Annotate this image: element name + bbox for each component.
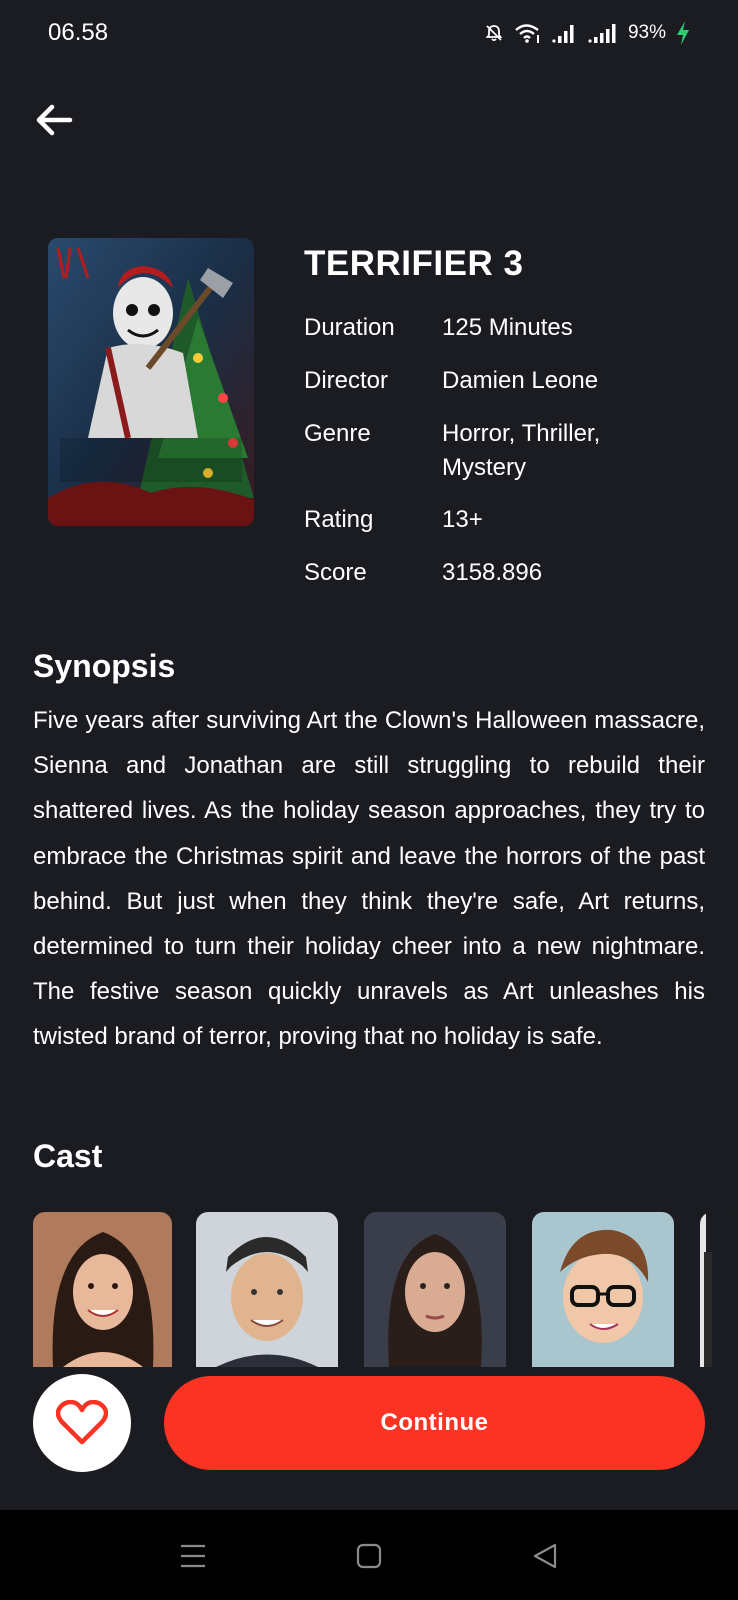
detail-label: Genre bbox=[304, 420, 371, 447]
detail-label: Director bbox=[304, 367, 389, 394]
system-nav-bar bbox=[0, 1510, 738, 1600]
cast-member-photo[interactable] bbox=[196, 1212, 338, 1367]
arrow-left-icon bbox=[36, 104, 73, 136]
wifi-icon bbox=[515, 24, 539, 43]
nav-back-button[interactable] bbox=[523, 1534, 567, 1578]
heart-icon bbox=[56, 1400, 108, 1445]
cast-heading: Cast bbox=[33, 1138, 103, 1174]
menu-icon bbox=[181, 1544, 205, 1568]
detail-value: 3158.896 bbox=[442, 559, 543, 586]
cast-member-photo[interactable] bbox=[532, 1212, 674, 1367]
cast-photo-3 bbox=[364, 1212, 506, 1367]
cast-photo-2 bbox=[196, 1212, 338, 1367]
detail-label: Duration bbox=[304, 314, 395, 341]
detail-value: Horror, Thriller, Mystery bbox=[442, 420, 601, 481]
signal-icon-2 bbox=[588, 24, 616, 43]
cast-list bbox=[33, 1212, 738, 1367]
cast-member-photo[interactable] bbox=[33, 1212, 172, 1367]
cast-photo-1 bbox=[33, 1212, 172, 1367]
favorite-button[interactable] bbox=[33, 1374, 131, 1472]
cast-photo-4 bbox=[532, 1212, 674, 1367]
movie-title: TERRIFIER 3 bbox=[304, 244, 524, 283]
cast-member-photo[interactable] bbox=[700, 1212, 738, 1367]
status-time: 06.58 bbox=[48, 19, 109, 46]
poster-artwork bbox=[48, 238, 254, 526]
cast-photo-5 bbox=[700, 1212, 738, 1367]
detail-value: 125 Minutes bbox=[442, 314, 573, 341]
charging-icon bbox=[677, 21, 689, 45]
synopsis-heading: Synopsis bbox=[33, 648, 176, 684]
nav-menu-button[interactable] bbox=[171, 1534, 215, 1578]
battery-percentage: 93% bbox=[627, 22, 666, 43]
status-icons: 93% bbox=[484, 21, 690, 45]
home-icon bbox=[356, 1543, 382, 1569]
signal-icon bbox=[552, 25, 574, 43]
cast-member-photo[interactable] bbox=[364, 1212, 506, 1367]
triangle-back-icon bbox=[533, 1543, 557, 1569]
detail-value: 13+ bbox=[442, 506, 483, 533]
detail-label: Score bbox=[304, 559, 367, 586]
status-bar: 06.58 93% bbox=[0, 0, 738, 66]
detail-label: Rating bbox=[304, 506, 374, 533]
bell-off-icon bbox=[485, 25, 503, 42]
detail-value: Damien Leone bbox=[442, 367, 599, 394]
nav-home-button[interactable] bbox=[347, 1534, 391, 1578]
continue-button[interactable]: Continue bbox=[164, 1376, 705, 1470]
back-button[interactable] bbox=[30, 96, 78, 144]
synopsis-text: Five years after surviving Art the Clown… bbox=[33, 707, 705, 1051]
movie-poster bbox=[48, 238, 254, 526]
